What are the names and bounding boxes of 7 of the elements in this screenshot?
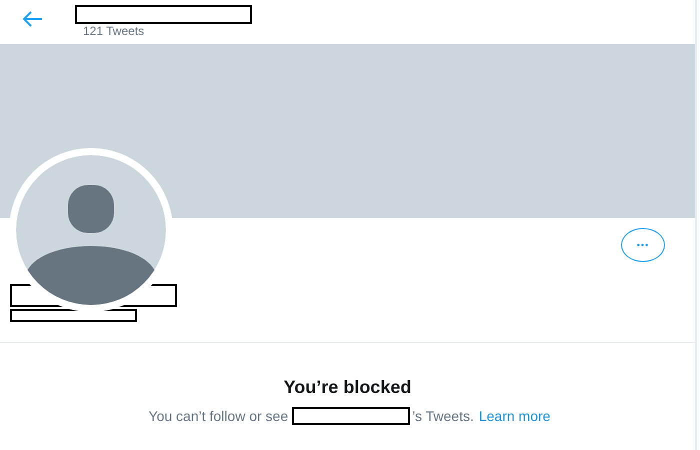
back-arrow-icon[interactable] — [23, 11, 43, 27]
more-button[interactable]: ••• — [621, 228, 665, 262]
tweet-count: 121 Tweets — [83, 24, 146, 38]
blocked-title: You’re blocked — [284, 377, 412, 398]
blocked-text: You can’t follow or see — [148, 408, 288, 424]
learn-more-link[interactable]: Learn more — [478, 408, 550, 424]
blocked-text: ’s Tweets. — [412, 408, 474, 424]
